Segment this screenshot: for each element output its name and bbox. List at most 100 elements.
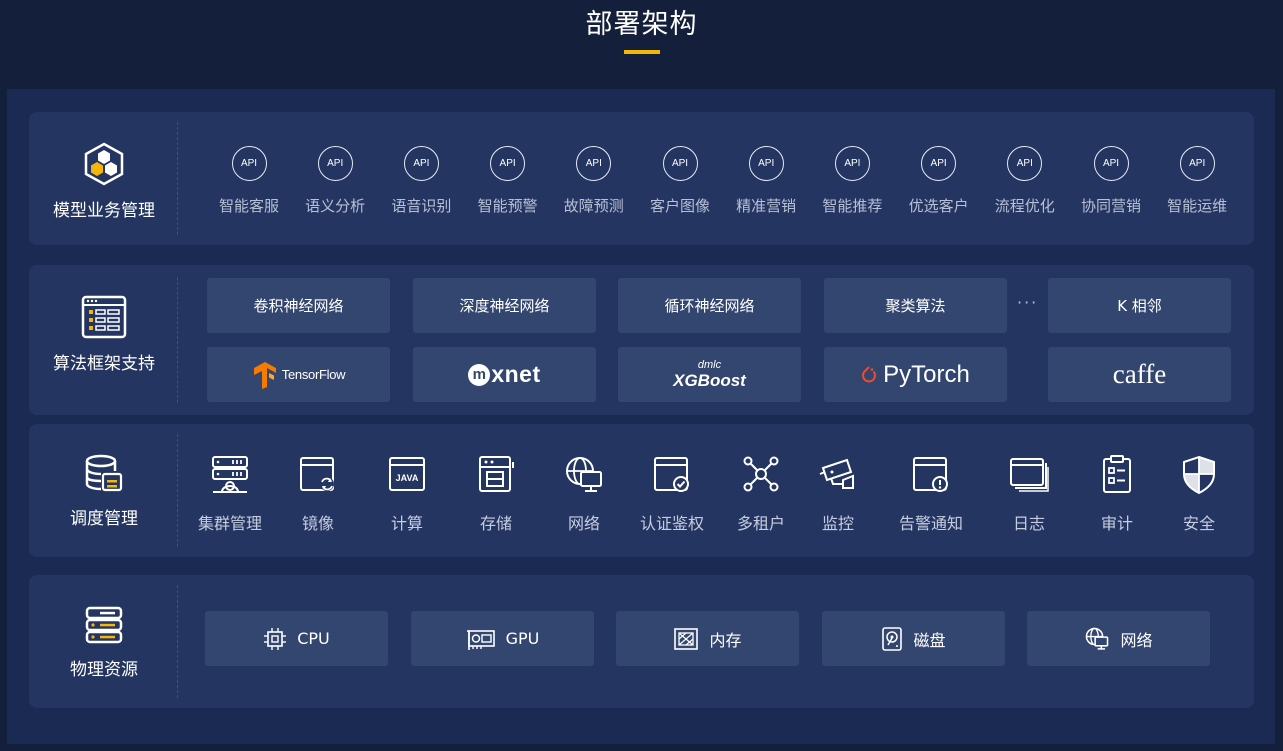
api-label: 语音识别 (391, 197, 452, 215)
cluster-server-icon (212, 456, 248, 493)
scheduling-layer-category: 调度管理 (29, 454, 179, 529)
pytorch-label: PyTorch (883, 360, 970, 388)
api-label: 流程优化 (994, 197, 1055, 215)
model-api-item[interactable]: API 智能推荐 (812, 146, 892, 216)
tool-alert[interactable]: 告警通知 (886, 454, 976, 534)
framework-tensorflow[interactable]: TensorFlow (207, 347, 390, 402)
api-label: 精准营销 (736, 197, 797, 215)
tool-label: 日志 (1012, 514, 1045, 533)
resource-network[interactable]: 网络 (1027, 611, 1210, 666)
shield-icon (1183, 455, 1215, 495)
resource-gpu[interactable]: GPU (411, 611, 594, 666)
model-api-item[interactable]: API 流程优化 (985, 146, 1065, 216)
api-icon: API (231, 146, 267, 181)
network-globe-icon (1086, 627, 1109, 650)
api-label: 智能客服 (218, 197, 279, 215)
resource-label: CPU (297, 629, 330, 648)
resource-disk[interactable]: 磁盘 (822, 611, 1005, 666)
api-icon: API (403, 146, 439, 181)
api-label: 智能推荐 (822, 197, 883, 215)
tool-label: 网络 (567, 514, 600, 533)
model-api-item[interactable]: API 智能预警 (468, 146, 548, 216)
algorithm-layer-panel: 算法框架支持 卷积神经网络 深度神经网络 循环神经网络 聚类算法 ··· K 相… (29, 265, 1254, 415)
api-icon: API (662, 146, 698, 181)
cpu-icon (264, 627, 287, 650)
model-layer-label: 模型业务管理 (53, 201, 155, 221)
model-api-item[interactable]: API 精准营销 (726, 146, 806, 216)
hexagon-cluster-icon (84, 142, 124, 186)
model-api-item[interactable]: API 优选客户 (899, 146, 979, 216)
model-api-item[interactable]: API 客户图像 (640, 146, 720, 216)
model-layer-panel: 模型业务管理 API 智能客服 API 语义分析 API 语音识别 API 智能预警 API 故障… (29, 112, 1254, 245)
resource-label: GPU (505, 629, 540, 648)
model-api-item[interactable]: API 故障预测 (554, 146, 634, 216)
framework-xgboost[interactable]: dmlc XGBoost (618, 347, 801, 402)
tool-log[interactable]: 日志 (984, 454, 1074, 534)
tool-cluster[interactable]: 集群管理 (185, 454, 275, 534)
physical-layer-category: 物理资源 (29, 605, 179, 680)
image-sync-icon (300, 457, 334, 491)
tool-compute[interactable]: JAVA 计算 (362, 454, 452, 534)
api-icon: API (834, 146, 870, 181)
svg-text:JAVA: JAVA (396, 473, 419, 483)
api-icon: API (921, 146, 957, 181)
model-api-item[interactable]: API 语义分析 (295, 146, 375, 216)
model-api-item[interactable]: API 智能客服 (209, 146, 289, 216)
tool-network[interactable]: 网络 (539, 454, 629, 534)
database-icon (85, 454, 123, 492)
algorithm-clustering[interactable]: 聚类算法 (824, 278, 1007, 333)
api-icon: API (576, 146, 612, 181)
resource-cpu[interactable]: CPU (205, 611, 388, 666)
tool-auth[interactable]: 认证鉴权 (627, 454, 717, 534)
api-icon: API (1007, 146, 1043, 181)
framework-mxnet[interactable]: m xnet (413, 347, 596, 402)
tensorflow-label: TensorFlow (281, 367, 346, 382)
tool-label: 镜像 (301, 514, 334, 533)
memory-icon (674, 627, 699, 650)
xgboost-label: XGBoost (673, 370, 746, 390)
api-label: 智能运维 (1167, 197, 1228, 215)
tool-label: 监控 (821, 514, 854, 533)
title-underline (624, 50, 660, 54)
algorithm-knn[interactable]: K 相邻 (1048, 278, 1231, 333)
tool-security[interactable]: 安全 (1154, 454, 1244, 534)
resource-label: 磁盘 (913, 630, 946, 650)
api-label: 协同营销 (1080, 197, 1141, 215)
api-icon: API (1093, 146, 1129, 181)
tool-label: 存储 (479, 514, 512, 533)
api-icon: API (317, 146, 353, 181)
api-icon: API (748, 146, 784, 181)
algorithm-cnn[interactable]: 卷积神经网络 (207, 278, 390, 333)
scheduling-layer-label: 调度管理 (70, 509, 138, 529)
model-api-item[interactable]: API 智能运维 (1157, 146, 1237, 216)
caffe-label: caffe (1112, 359, 1167, 389)
api-icon: API (1179, 146, 1215, 181)
model-api-item[interactable]: API 语音识别 (381, 146, 461, 216)
tool-image[interactable]: 镜像 (273, 454, 363, 534)
api-label: 智能预警 (477, 197, 538, 215)
tool-label: 集群管理 (197, 514, 262, 533)
resource-memory[interactable]: 内存 (616, 611, 799, 666)
auth-check-icon (654, 457, 689, 492)
multi-tenant-icon (743, 456, 779, 492)
storage-icon (479, 456, 514, 492)
tool-monitor[interactable]: 监控 (793, 454, 883, 534)
framework-pytorch[interactable]: PyTorch (824, 347, 1007, 402)
framework-caffe[interactable]: caffe (1048, 347, 1231, 402)
scheduling-layer-panel: 调度管理 集群管理 镜像 JAVA 计算 存储 网络 认证鉴权 多租户 监控 告… (29, 424, 1254, 557)
network-globe-icon (566, 457, 602, 492)
resource-label: 网络 (1120, 630, 1153, 650)
tool-label: 审计 (1100, 514, 1133, 533)
algorithm-rnn[interactable]: 循环神经网络 (618, 278, 801, 333)
algorithm-dnn[interactable]: 深度神经网络 (413, 278, 596, 333)
java-window-icon: JAVA (389, 457, 425, 491)
tool-label: 安全 (1182, 514, 1215, 533)
resource-label: 内存 (709, 630, 742, 650)
disk-icon (882, 626, 903, 651)
model-api-item[interactable]: API 协同营销 (1071, 146, 1151, 216)
api-label: 优选客户 (908, 197, 969, 215)
tool-storage[interactable]: 存储 (451, 454, 541, 534)
gpu-icon (466, 629, 495, 650)
model-layer-category: 模型业务管理 (29, 142, 179, 221)
tool-audit[interactable]: 审计 (1072, 454, 1162, 534)
